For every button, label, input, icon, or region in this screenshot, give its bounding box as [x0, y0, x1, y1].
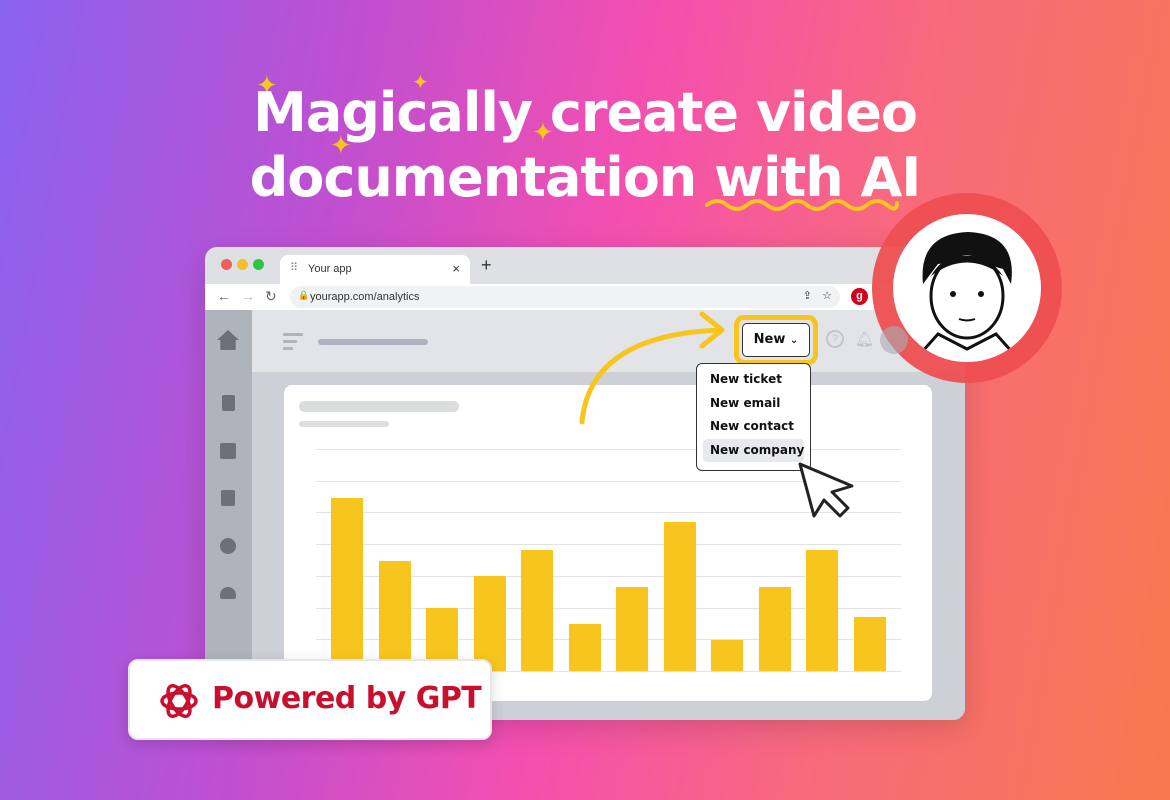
menu-item-new-ticket[interactable]: New ticket — [703, 368, 804, 392]
chart-title-placeholder — [299, 401, 459, 412]
chart-bar — [758, 586, 791, 671]
chart-bar — [378, 560, 411, 671]
presenter-avatar — [893, 214, 1041, 362]
new-button[interactable]: New ⌄ — [742, 323, 810, 357]
headline-line-1: Magically create video — [253, 81, 918, 144]
user-avatar-icon[interactable] — [880, 326, 908, 354]
new-button-label: New — [753, 332, 786, 347]
headline-text: documentation — [249, 146, 715, 209]
star-icon[interactable]: ☆ — [822, 289, 832, 302]
url-text: yourapp.com/analytics — [310, 291, 420, 303]
folder-icon[interactable] — [220, 443, 236, 459]
browser-tab[interactable]: ⠿ Your app × — [280, 255, 470, 284]
menu-item-new-contact[interactable]: New contact — [703, 415, 804, 439]
tab-title: Your app — [308, 263, 352, 275]
chart-bar — [568, 623, 601, 671]
new-dropdown-menu: New ticket New email New contact New com… — [696, 363, 811, 471]
browser-toolbar: ← → ↻ 🔒 yourapp.com/analytics ⇪ ☆ g — [205, 284, 965, 310]
help-icon[interactable]: ? — [826, 330, 844, 348]
minimize-window-button[interactable] — [237, 259, 248, 270]
clock-icon[interactable] — [220, 538, 236, 554]
menu-icon[interactable] — [283, 333, 303, 350]
menu-item-new-email[interactable]: New email — [703, 392, 804, 416]
powered-by-badge: Powered by GPT — [128, 659, 492, 740]
chart-bar — [711, 639, 743, 671]
new-tab-button[interactable]: + — [481, 255, 492, 276]
bell-icon[interactable]: 🔔︎ — [855, 330, 874, 348]
maximize-window-button[interactable] — [253, 259, 264, 270]
cloud-upload-icon[interactable] — [220, 587, 236, 599]
chevron-down-icon: ⌄ — [789, 335, 799, 346]
app-grid-icon: ⠿ — [290, 262, 299, 274]
extension-icon[interactable]: g — [851, 288, 868, 305]
document-icon[interactable] — [222, 395, 235, 411]
gridline — [316, 544, 901, 546]
chart-bar — [806, 549, 838, 671]
cartoon-person-illustration — [911, 232, 1023, 362]
chart-bar — [663, 521, 696, 671]
title-placeholder — [318, 339, 428, 345]
gridline — [316, 449, 901, 450]
share-icon[interactable]: ⇪ — [803, 289, 812, 302]
badge-label: Powered by GPT — [212, 681, 482, 716]
chart-bar — [616, 586, 648, 671]
chart-bar — [473, 575, 506, 671]
tab-close-icon[interactable]: × — [452, 261, 460, 276]
lock-icon: 🔒 — [298, 290, 310, 300]
chart-card — [284, 385, 932, 701]
openai-logo-icon — [160, 683, 198, 719]
reload-icon[interactable]: ↻ — [265, 288, 277, 305]
back-icon[interactable]: ← — [217, 288, 231, 304]
home-icon[interactable] — [217, 330, 239, 350]
menu-item-new-company[interactable]: New company — [703, 438, 804, 462]
squiggle-underline — [705, 199, 899, 211]
mouse-cursor-icon — [798, 462, 854, 518]
chart-bar — [521, 549, 553, 671]
address-bar[interactable]: 🔒 yourapp.com/analytics ⇪ ☆ — [290, 286, 840, 308]
chart-bar — [331, 497, 363, 671]
close-window-button[interactable] — [221, 259, 232, 270]
chart-subtitle-placeholder — [299, 421, 389, 427]
chart-bar — [853, 616, 886, 671]
clipboard-icon[interactable] — [221, 490, 235, 506]
forward-icon[interactable]: → — [241, 288, 255, 304]
